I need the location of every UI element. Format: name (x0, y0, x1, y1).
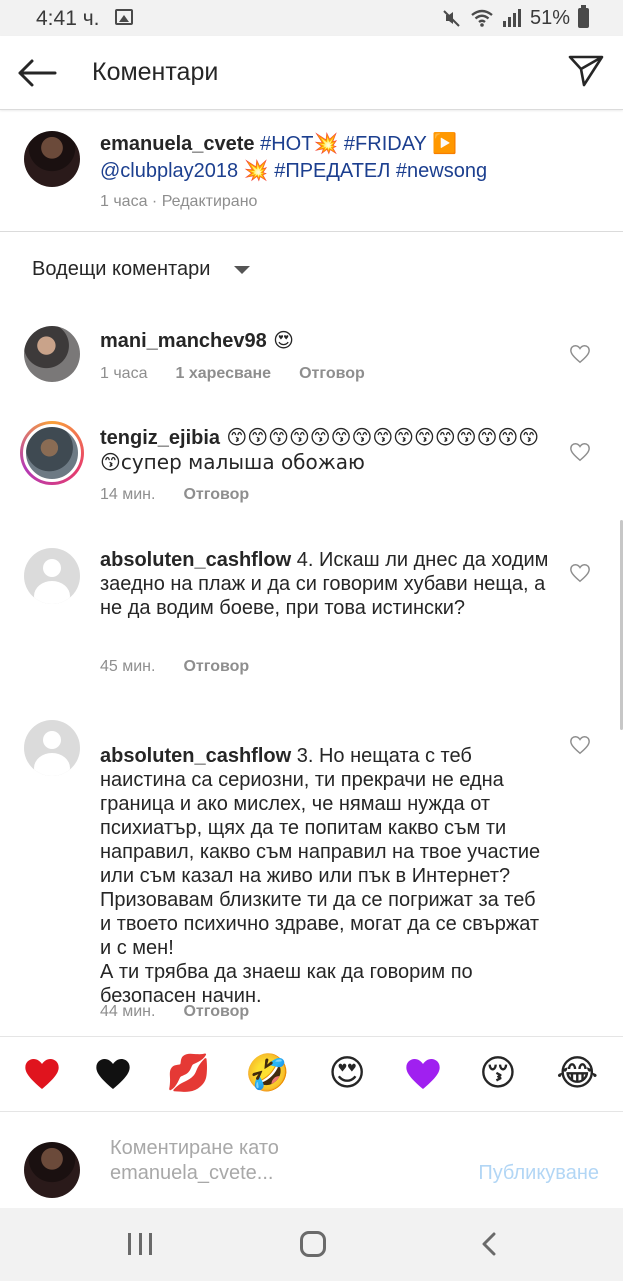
collision-emoji: 💥 (313, 131, 339, 155)
comment-item: absoluten_cashflow 4. Искаш ли днес да х… (0, 548, 623, 683)
sort-dropdown[interactable]: Водещи коментари (32, 258, 251, 281)
comment-body: 3. Но нещата с теб наистина са сериозни,… (100, 745, 541, 1007)
back-arrow-icon (18, 59, 57, 87)
sort-label: Водещи коментари (32, 258, 211, 280)
kiss-mark-icon[interactable]: 💋 (164, 1056, 212, 1092)
likes-count[interactable]: 1 харесване (175, 365, 271, 383)
comment-username[interactable]: absoluten_cashflow (100, 549, 291, 571)
recent-apps-button[interactable] (128, 1233, 152, 1255)
like-heart-icon[interactable] (569, 441, 591, 463)
purple-heart-icon[interactable] (403, 1054, 443, 1094)
comment-time: 14 мин. (100, 486, 156, 503)
signal-icon (502, 9, 521, 27)
default-avatar-icon[interactable] (24, 720, 80, 776)
hashtag-hot[interactable]: #HOT (255, 133, 313, 155)
caption-meta: 1 часа · Редактирано (100, 193, 258, 210)
heart-eyes-icon[interactable]: 😍 (323, 1056, 371, 1092)
comment-item: mani_manchev98 😍 1 часа 1 харесване Отго… (0, 326, 623, 404)
comment-time: 45 мин. (100, 658, 156, 675)
avatar (24, 1142, 80, 1198)
app-header: Коментари (0, 36, 623, 110)
comment-meta: 14 мин. Отговор (100, 486, 249, 504)
avatar[interactable] (24, 131, 80, 187)
page-title: Коментари (92, 58, 219, 86)
status-time: 4:41 ч. (36, 7, 100, 30)
comment-meta: 45 мин. Отговор (100, 658, 249, 676)
mute-icon (443, 10, 460, 27)
tears-of-joy-icon[interactable]: 😂 (553, 1056, 601, 1092)
rolling-laughing-icon[interactable]: 🤣 (244, 1056, 292, 1092)
like-heart-icon[interactable] (569, 562, 591, 584)
chevron-down-icon (234, 265, 251, 274)
publish-button[interactable]: Публикуване (478, 1162, 599, 1185)
like-heart-icon[interactable] (569, 734, 591, 756)
default-avatar-icon[interactable] (24, 548, 80, 604)
comment-text: absoluten_cashflow 3. Но нещата с теб на… (100, 720, 550, 1008)
black-heart-icon[interactable] (93, 1054, 133, 1094)
home-button[interactable] (300, 1231, 326, 1257)
post-caption: emanuela_cvete #HOT💥 #FRIDAY ▶️ @clubpla… (0, 111, 623, 232)
comment-username[interactable]: tengiz_ejibia (100, 427, 220, 449)
comment-item: tengiz_ejibia 😙😙😙😙😙😙😙😙😙😙😙😙😙😙😙😙супер малы… (0, 421, 623, 511)
caption-username[interactable]: emanuela_cvete (100, 133, 255, 155)
red-heart-icon[interactable] (22, 1054, 62, 1094)
comment-item: absoluten_cashflow 3. Но нещата с теб на… (0, 720, 623, 1030)
status-indicators: 51% (442, 5, 589, 30)
send-icon (568, 55, 604, 87)
wifi-icon (471, 9, 493, 27)
like-heart-icon[interactable] (569, 343, 591, 365)
comment-meta: 1 часа 1 харесване Отговор (100, 365, 365, 383)
gallery-notification-icon (115, 9, 133, 25)
system-nav-bar (0, 1208, 623, 1281)
share-button[interactable] (565, 50, 607, 92)
comment-text: absoluten_cashflow 4. Искаш ли днес да х… (100, 548, 550, 620)
battery-percent: 51% (529, 6, 570, 29)
back-nav-button[interactable] (478, 1232, 502, 1256)
caption-text: emanuela_cvete #HOT💥 #FRIDAY ▶️ @clubpla… (100, 130, 590, 184)
comment-username[interactable]: mani_manchev98 (100, 330, 267, 352)
comment-text: tengiz_ejibia 😙😙😙😙😙😙😙😙😙😙😙😙😙😙😙😙супер малы… (100, 425, 550, 475)
avatar[interactable] (23, 424, 81, 482)
collision-emoji: 💥 (243, 158, 269, 182)
quick-reactions-bar: 💋 🤣 😍 😚 😂 (0, 1036, 623, 1112)
comment-time: 1 часа (100, 365, 148, 382)
comment-input[interactable]: Коментиране като emanuela_cvete... (110, 1136, 350, 1186)
comment-username[interactable]: absoluten_cashflow (100, 745, 291, 767)
mention-clubplay[interactable]: @clubplay2018 (100, 160, 244, 182)
reply-button[interactable]: Отговор (183, 658, 249, 676)
comment-time: 44 мин. (100, 1003, 156, 1020)
comment-composer: Коментиране като emanuela_cvete... Публи… (0, 1112, 623, 1208)
comment-meta: 44 мин. Отговор (100, 1003, 249, 1021)
comment-text: mani_manchev98 😍 (100, 328, 550, 353)
reply-button[interactable]: Отговор (183, 486, 249, 504)
play-button-emoji: ▶️ (432, 131, 457, 155)
hashtag-friday[interactable]: #FRIDAY (338, 133, 432, 155)
reply-button[interactable]: Отговор (299, 365, 365, 383)
status-bar: 4:41 ч. 51% (0, 0, 623, 36)
reply-button[interactable]: Отговор (183, 1003, 249, 1021)
back-button[interactable] (16, 52, 58, 94)
comment-body: 😍 (266, 328, 294, 352)
hashtags-song[interactable]: #ПРЕДАТЕЛ #newsong (269, 160, 487, 182)
avatar[interactable] (24, 326, 80, 382)
kissing-face-icon[interactable]: 😚 (474, 1056, 522, 1092)
battery-icon (578, 5, 589, 28)
